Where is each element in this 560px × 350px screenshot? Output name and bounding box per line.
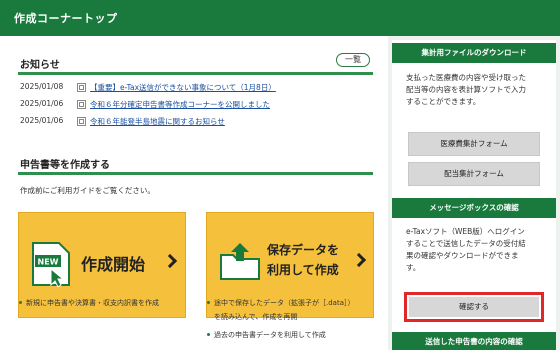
start-bullet: 新規に申告書や決算書・収支内訳書を作成 [19,299,159,307]
confirm-button[interactable]: 確認する [409,297,539,317]
news-date: 2025/01/06 [20,116,64,125]
download-text-line: することができます。 [406,97,481,106]
news-item: 2025/01/06 令和６年能登半島地震に関するお知らせ [20,116,380,128]
dividend-form-button[interactable]: 配当集計フォーム [408,162,540,186]
message-text-line: す。 [406,263,421,272]
news-list-button[interactable]: 一覧 [336,53,370,67]
confirm-button-highlight[interactable]: 確認する [404,292,544,322]
page-title: 作成コーナートップ [14,12,118,25]
download-text-line: 配当等の内容を表計算ソフトで入力 [406,85,526,94]
create-divider [18,172,373,175]
saved-label-line1: 保存データを [267,243,340,257]
new-document-icon: NEW [32,242,70,287]
new-window-icon [77,100,86,109]
saved-bullet: 過去の申告書データを利用して作成 [207,331,326,339]
saved-label-line2: 利用して作成 [267,263,339,277]
new-window-icon [77,83,86,92]
chevron-right-icon [351,252,367,268]
message-text-line: e-Taxソフト（WEB版）へログイン [406,227,525,236]
submitted-section-title: 送信した申告書の内容の確認 [392,332,556,350]
download-section-title: 集計用ファイルのダウンロード [392,43,556,63]
create-section-title: 申告書等を作成する [20,160,110,171]
message-text-line: することで送信したデータの受付結 [406,239,526,248]
new-badge-text: NEW [38,258,59,267]
message-description: e-Taxソフト（WEB版）へログイン することで送信したデータの受付結 果の確… [406,226,546,274]
sidebar: 集計用ファイルのダウンロード 支払った医療費の内容や受け取った 配当等の内容を表… [392,40,556,350]
intro-text: 作成前にご利用ガイドをご覧ください。 [20,186,155,195]
new-window-icon [77,117,86,126]
folder-upload-icon [220,243,260,280]
chevron-right-icon [162,253,178,269]
news-item: 2025/01/08 【重要】e-Tax送信ができない事象について（1月8日） [20,82,380,94]
message-box-section-title: メッセージボックスの確認 [392,198,556,218]
download-description: 支払った医療費の内容や受け取った 配当等の内容を表計算ソフトで入力 することがで… [406,72,546,108]
saved-bullet-cont: を読み込んで、作成を再開 [214,313,298,321]
download-text-line: 支払った医療費の内容や受け取った [406,73,526,82]
top-header: 作成コーナートップ [0,0,560,36]
saved-bullet: 途中で保存したデータ（拡張子が［.data］） [207,299,355,307]
news-link[interactable]: 令和６年分確定申告書等作成コーナーを公開しました [90,99,270,110]
news-date: 2025/01/06 [20,99,64,108]
message-text-line: 果の確認やダウンロードができま [406,251,519,260]
news-title: お知らせ [20,60,60,71]
news-link[interactable]: 【重要】e-Tax送信ができない事象について（1月8日） [90,82,276,93]
main-content: お知らせ 一覧 2025/01/08 【重要】e-Tax送信ができない事象につい… [0,36,388,350]
news-item: 2025/01/06 令和６年分確定申告書等作成コーナーを公開しました [20,99,380,111]
news-date: 2025/01/08 [20,82,64,91]
medical-expense-form-button[interactable]: 医療費集計フォーム [408,132,540,156]
create-start-label: 作成開始 [81,255,146,274]
news-link[interactable]: 令和６年能登半島地震に関するお知らせ [90,116,225,127]
news-divider [18,72,373,75]
